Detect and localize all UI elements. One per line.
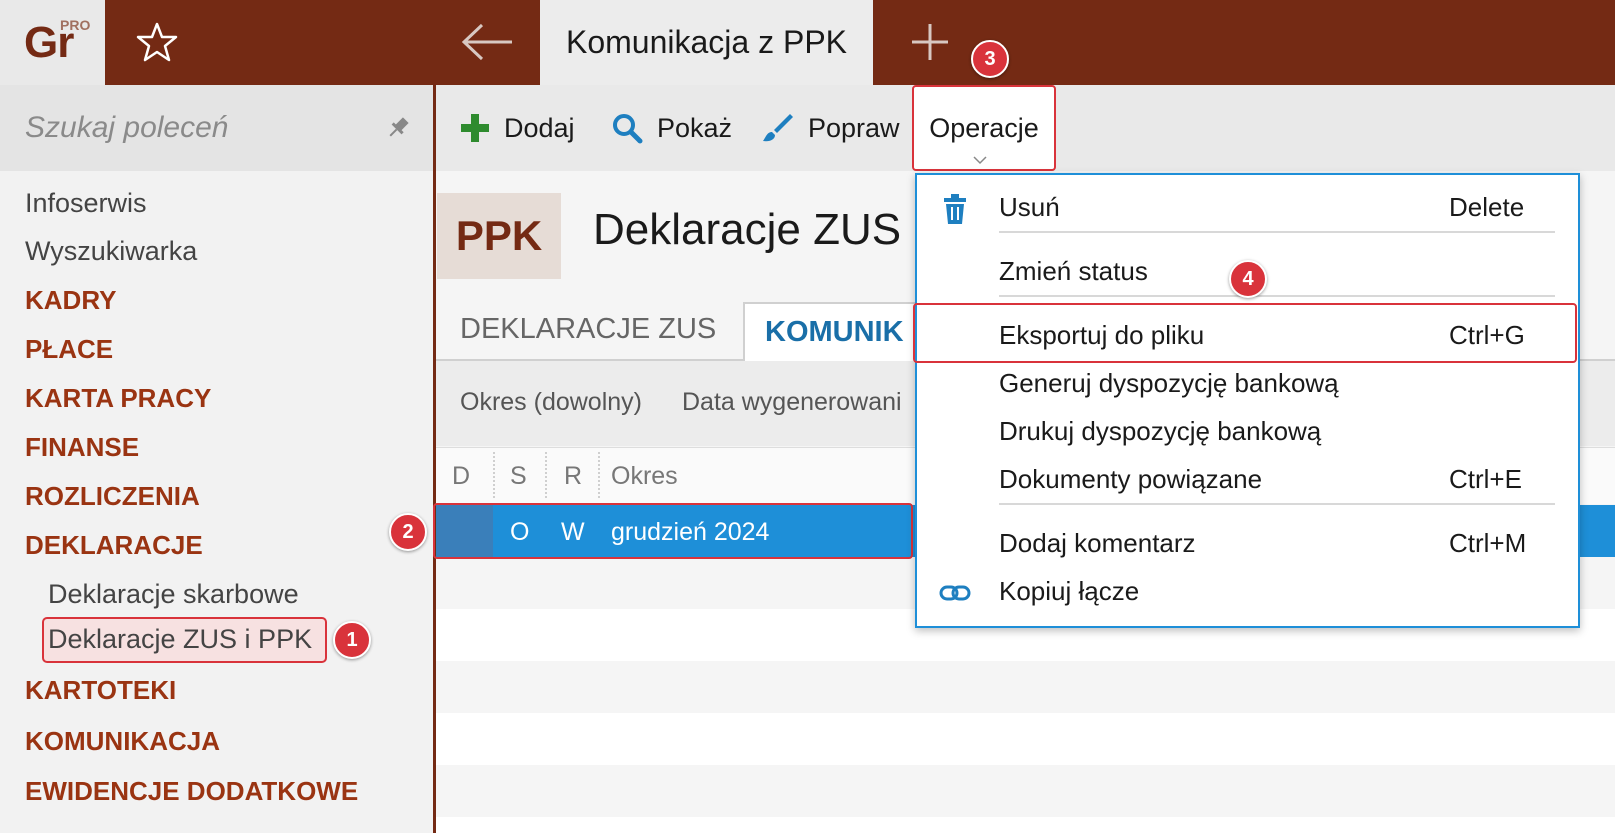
menu-item-delete[interactable]: Usuń Delete (917, 185, 1578, 231)
menu-separator (999, 503, 1555, 505)
module-badge: PPK (437, 193, 561, 279)
search-icon (613, 114, 643, 144)
sidebar-item-komunikacja[interactable]: KOMUNIKACJA (25, 726, 220, 757)
menu-item-add-comment[interactable]: Dodaj komentarz Ctrl+M (917, 521, 1578, 567)
menu-item-shortcut: Ctrl+E (1449, 464, 1522, 494)
menu-item-highlight-outline (913, 303, 1577, 363)
tab-komunikacja-ppk[interactable]: Komunikacja z PPK (540, 0, 873, 85)
edit-button[interactable]: Popraw (760, 85, 900, 171)
menu-item-copy-link[interactable]: Kopiuj łącze (917, 569, 1578, 615)
menu-item-shortcut: Delete (1449, 192, 1525, 222)
menu-item-related-documents[interactable]: Dokumenty powiązane Ctrl+E (917, 457, 1578, 503)
sidebar-item-deklaracje-skarbowe[interactable]: Deklaracje skarbowe (48, 579, 299, 610)
new-tab-plus-icon[interactable] (910, 20, 950, 64)
filter-period[interactable]: Okres (dowolny) (460, 388, 642, 417)
menu-item-label: Zmień status (999, 256, 1148, 286)
sidebar-item-deklaracje[interactable]: DEKLARACJE (25, 530, 203, 561)
step-marker-3: 3 (971, 40, 1009, 78)
menu-separator (999, 295, 1555, 297)
menu-item-shortcut: Ctrl+M (1449, 528, 1527, 558)
sidebar-item-deklaracje-zus-ppk[interactable]: Deklaracje ZUS i PPK (48, 624, 312, 655)
plus-icon (461, 114, 489, 142)
sidebar-item-wyszukiwarka[interactable]: Wyszukiwarka (25, 236, 197, 267)
add-button-label: Dodaj (504, 112, 575, 143)
empty-row (436, 817, 1615, 833)
link-icon (939, 585, 971, 601)
menu-item-label: Dodaj komentarz (999, 528, 1196, 558)
step-marker-1: 1 (333, 621, 371, 659)
sidebar-item-kartoteki[interactable]: KARTOTEKI (25, 675, 176, 706)
sidebar-item-infoserwis[interactable]: Infoserwis (25, 188, 147, 219)
logo-badge: PRO (60, 17, 91, 33)
app-logo[interactable]: Gr PRO (0, 0, 105, 85)
column-header-d[interactable]: D (452, 462, 470, 491)
back-arrow-icon[interactable] (460, 22, 516, 62)
sidebar-item-karta-pracy[interactable]: KARTA PRACY (25, 383, 211, 414)
menu-item-print-bank-order[interactable]: Drukuj dyspozycję bankową (917, 409, 1578, 455)
sidebar-item-finanse[interactable]: FINANSE (25, 432, 139, 463)
sidebar-item-rozliczenia[interactable]: ROZLICZENIA (25, 481, 200, 512)
command-search-input[interactable] (0, 85, 380, 171)
edit-button-label: Popraw (808, 112, 900, 143)
menu-item-label: Kopiuj łącze (999, 576, 1140, 606)
tab-komunikacja-label: KOMUNIK (765, 316, 904, 348)
column-separator (545, 452, 547, 498)
sidebar-item-place[interactable]: PŁACE (25, 334, 113, 365)
column-header-okres[interactable]: Okres (611, 462, 678, 491)
row-selection-outline (433, 503, 913, 559)
operations-button-label: Operacje (929, 112, 1039, 143)
menu-item-label: Usuń (999, 192, 1060, 222)
show-button-label: Pokaż (657, 112, 733, 143)
favorite-star-icon[interactable] (135, 20, 179, 64)
step-marker-4: 4 (1229, 260, 1267, 298)
column-header-r[interactable]: R (564, 462, 582, 491)
menu-item-label: Dokumenty powiązane (999, 464, 1263, 494)
empty-row (436, 713, 1615, 765)
tab-komunikacja[interactable]: KOMUNIK (743, 302, 923, 362)
command-search (0, 85, 433, 171)
pin-icon[interactable] (385, 115, 411, 141)
show-button[interactable]: Pokaż (611, 85, 732, 171)
column-separator (493, 452, 495, 498)
chevron-down-icon (973, 156, 987, 165)
operations-menu: Usuń Delete Zmień status Eksportuj do pl… (915, 173, 1580, 628)
add-button[interactable]: Dodaj (460, 85, 575, 171)
tab-deklaracje-zus[interactable]: DEKLARACJE ZUS (460, 313, 716, 346)
page-title: Deklaracje ZUS i (593, 205, 924, 254)
column-header-s[interactable]: S (510, 462, 527, 491)
trash-icon (944, 194, 966, 224)
menu-item-generate-bank-order[interactable]: Generuj dyspozycję bankową (917, 361, 1578, 407)
filter-generation-date[interactable]: Data wygenerowani (682, 388, 902, 417)
menu-item-label: Drukuj dyspozycję bankową (999, 416, 1322, 446)
step-marker-2: 2 (389, 513, 427, 551)
menu-item-label: Generuj dyspozycję bankową (999, 368, 1339, 398)
paintbrush-icon (763, 114, 793, 142)
column-separator (598, 452, 600, 498)
sidebar-item-ewidencje-dodatkowe[interactable]: EWIDENCJE DODATKOWE (25, 776, 358, 807)
menu-separator (999, 231, 1555, 233)
sidebar-item-kadry[interactable]: KADRY (25, 285, 116, 316)
